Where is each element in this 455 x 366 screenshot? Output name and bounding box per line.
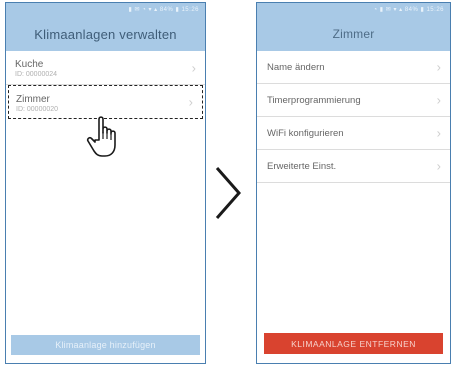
menu-item-label: Timerprogrammierung: [267, 94, 361, 106]
device-name: Kuche: [15, 59, 44, 70]
status-bar: ◔ ▮ ✉ ▾ ▴ 84% ▮ 15:26: [257, 3, 450, 17]
chevron-right-icon: ›: [191, 60, 196, 75]
menu-item-label: WiFi konfigurieren: [267, 127, 344, 139]
chevron-right-icon: ›: [436, 59, 441, 75]
room-settings-screen: ◔ ▮ ✉ ▾ ▴ 84% ▮ 15:26 Zimmer Name ändern…: [256, 2, 451, 364]
chevron-right-icon: ›: [436, 92, 441, 108]
menu-item-timer[interactable]: Timerprogrammierung ›: [257, 84, 450, 117]
menu-item-wifi[interactable]: WiFi konfigurieren ›: [257, 117, 450, 150]
big-chevron-right-icon: [215, 167, 241, 219]
menu-item-label: Name ändern: [267, 61, 325, 73]
pointing-hand-cursor-icon: [86, 116, 116, 157]
menu-item-label: Erweiterte Einst.: [267, 160, 337, 172]
page-title: Zimmer: [257, 17, 450, 51]
device-item-zimmer[interactable]: Zimmer ID: 00000020 ›: [8, 85, 203, 119]
chevron-right-icon: ›: [436, 158, 441, 174]
device-name: Zimmer: [16, 94, 50, 105]
manage-ac-screen: ▮ ✉ ◔ ▾ ▴ 84% ▮ 15:26 Klimaanlagen verwa…: [5, 2, 206, 364]
device-id: ID: 00000024: [15, 71, 58, 78]
menu-item-rename[interactable]: Name ändern ›: [257, 51, 450, 84]
device-id: ID: 00000020: [16, 106, 59, 113]
chevron-right-icon: ›: [436, 125, 441, 141]
chevron-right-icon: ›: [188, 94, 193, 110]
page-title: Klimaanlagen verwalten: [6, 17, 205, 51]
add-ac-button[interactable]: Klimaanlage hinzufügen: [11, 335, 200, 355]
menu-item-advanced[interactable]: Erweiterte Einst. ›: [257, 150, 450, 183]
remove-ac-button[interactable]: KLIMAANLAGE ENTFERNEN: [264, 333, 443, 354]
device-item-kuche[interactable]: Kuche ID: 00000024 ›: [6, 51, 205, 85]
status-bar: ▮ ✉ ◔ ▾ ▴ 84% ▮ 15:26: [6, 3, 205, 17]
